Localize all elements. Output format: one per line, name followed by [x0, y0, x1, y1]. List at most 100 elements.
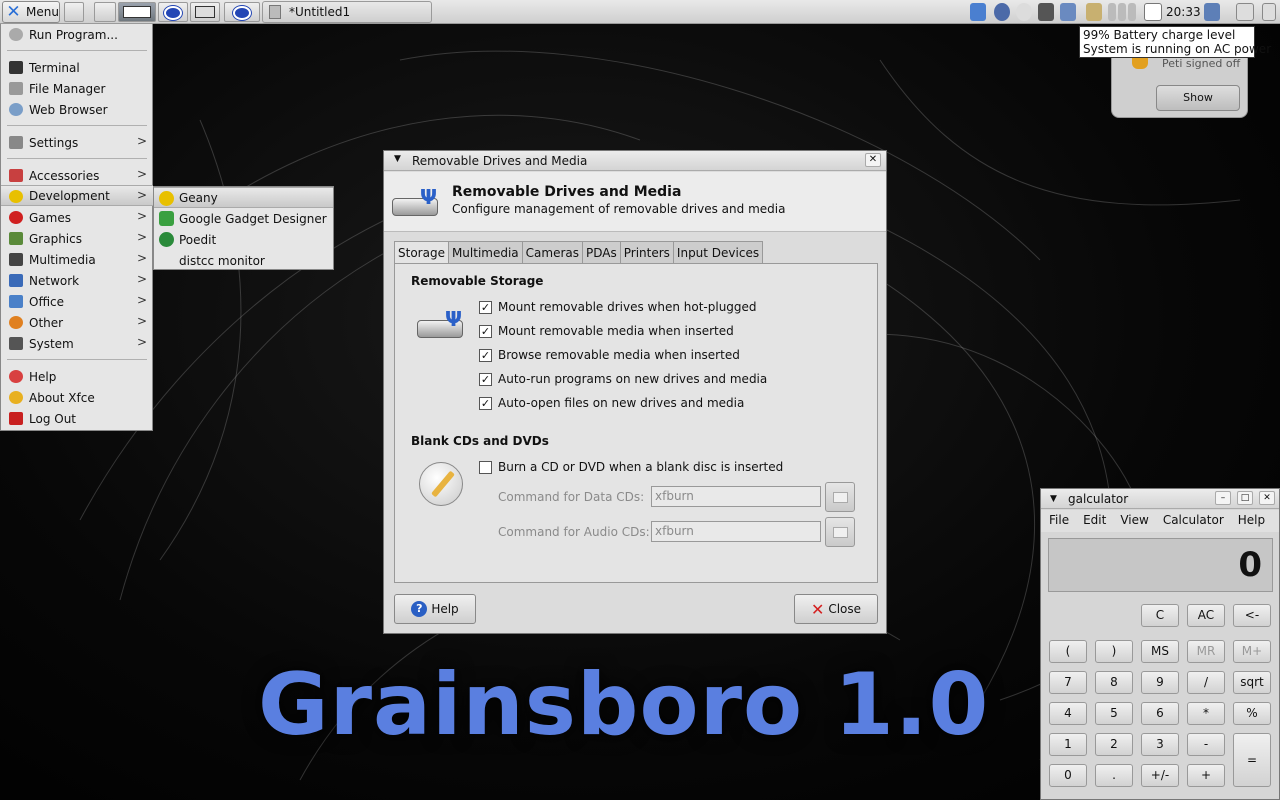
checkbox-box[interactable]: ✓ [479, 372, 492, 386]
audio-cd-browse-button[interactable] [825, 517, 855, 547]
autoopen-checkbox[interactable]: ✓ Auto-open files on new drives and media [479, 396, 744, 410]
key-memory-store[interactable]: MS [1141, 640, 1179, 663]
submenu-item-gadget-designer[interactable]: Google Gadget Designer [154, 208, 333, 229]
tab-multimedia[interactable]: Multimedia [447, 241, 523, 263]
swap-graph-icon[interactable] [1128, 3, 1136, 21]
checkbox-box[interactable]: ✓ [479, 324, 492, 338]
workspace-button-1[interactable] [94, 2, 116, 22]
checkbox-box[interactable]: ✓ [479, 348, 492, 362]
mount-drives-checkbox[interactable]: ✓ Mount removable drives when hot-plugged [479, 300, 757, 314]
key-memory-add[interactable]: M+ [1233, 640, 1271, 663]
clock[interactable]: 20:33 [1166, 5, 1201, 19]
mount-media-checkbox[interactable]: ✓ Mount removable media when inserted [479, 324, 734, 338]
menu-item-terminal[interactable]: Terminal [1, 57, 153, 78]
workspace-button-3[interactable] [158, 2, 188, 22]
key-sqrt[interactable]: sqrt [1233, 671, 1271, 694]
key-2[interactable]: 2 [1095, 733, 1133, 756]
menu-item-logout[interactable]: Log Out [1, 408, 153, 429]
memory-graph-icon[interactable] [1118, 3, 1126, 21]
autorun-checkbox[interactable]: ✓ Auto-run programs on new drives and med… [479, 372, 767, 386]
taskbar-item[interactable]: *Untitled1 [262, 1, 432, 23]
data-cd-command-field[interactable]: xfburn [651, 486, 821, 507]
help-button[interactable]: ? Help [394, 594, 476, 624]
key-backspace[interactable]: <- [1233, 604, 1271, 627]
menu-item-about[interactable]: About Xfce [1, 387, 153, 408]
checkbox-box[interactable]: ✓ [479, 300, 492, 314]
submenu-item-distcc-monitor[interactable]: distcc monitor [154, 250, 333, 271]
key-equals[interactable]: = [1233, 733, 1271, 787]
dialog-titlebar[interactable]: ▼ Removable Drives and Media ✕ [384, 151, 886, 171]
workspace-button-2[interactable] [118, 2, 156, 22]
key-all-clear[interactable]: AC [1187, 604, 1225, 627]
menu-item-games[interactable]: Games > [1, 207, 153, 228]
key-0[interactable]: 0 [1049, 764, 1087, 787]
browse-media-checkbox[interactable]: ✓ Browse removable media when inserted [479, 348, 740, 362]
menu-item-other[interactable]: Other > [1, 312, 153, 333]
checkbox-box[interactable]: ✓ [479, 396, 492, 410]
menu-item-file-manager[interactable]: File Manager [1, 78, 153, 99]
submenu-item-geany[interactable]: Geany [154, 187, 333, 208]
key-percent[interactable]: % [1233, 702, 1271, 725]
key-open-paren[interactable]: ( [1049, 640, 1087, 663]
key-subtract[interactable]: - [1187, 733, 1225, 756]
key-multiply[interactable]: * [1187, 702, 1225, 725]
update-icon[interactable] [994, 3, 1010, 21]
menu-button[interactable]: ✕ Menu [2, 1, 60, 23]
menu-calculator[interactable]: Calculator [1155, 510, 1230, 532]
tab-input-devices[interactable]: Input Devices [672, 241, 764, 263]
lock-screen-icon[interactable] [1236, 3, 1254, 21]
menu-item-network[interactable]: Network > [1, 270, 153, 291]
key-1[interactable]: 1 [1049, 733, 1087, 756]
key-decimal[interactable]: . [1095, 764, 1133, 787]
key-9[interactable]: 9 [1141, 671, 1179, 694]
key-add[interactable]: + [1187, 764, 1225, 787]
menu-item-settings[interactable]: Settings > [1, 132, 153, 153]
workspace-button-4[interactable] [190, 2, 220, 22]
key-6[interactable]: 6 [1141, 702, 1179, 725]
checkbox-box[interactable] [479, 460, 492, 474]
key-7[interactable]: 7 [1049, 671, 1087, 694]
wifi-icon[interactable] [1204, 3, 1220, 21]
maximize-icon[interactable]: □ [1237, 491, 1253, 505]
key-divide[interactable]: / [1187, 671, 1225, 694]
network-icon[interactable] [1038, 3, 1054, 21]
audio-cd-command-field[interactable]: xfburn [651, 521, 821, 542]
workspace-button-5[interactable] [224, 2, 260, 22]
menu-file[interactable]: File [1041, 510, 1075, 532]
menu-item-accessories[interactable]: Accessories > [1, 165, 153, 186]
menu-item-system[interactable]: System > [1, 333, 153, 354]
menu-item-development[interactable]: Development > [1, 185, 153, 206]
data-cd-browse-button[interactable] [825, 482, 855, 512]
audio-icon[interactable] [970, 3, 986, 21]
tab-printers[interactable]: Printers [619, 241, 674, 263]
power-icon[interactable] [1262, 3, 1276, 21]
window-menu-icon[interactable]: ▼ [394, 154, 401, 164]
tray-app-icon[interactable] [1060, 3, 1076, 21]
key-5[interactable]: 5 [1095, 702, 1133, 725]
battery-icon[interactable] [1144, 3, 1162, 21]
menu-edit[interactable]: Edit [1075, 510, 1112, 532]
clipboard-icon[interactable] [1086, 3, 1102, 21]
window-menu-icon[interactable]: ▼ [1050, 489, 1057, 509]
tray-sun-icon[interactable] [1016, 3, 1032, 21]
calculator-titlebar[interactable]: ▼ galculator – □ ✕ [1041, 489, 1279, 509]
key-close-paren[interactable]: ) [1095, 640, 1133, 663]
notification-show-button[interactable]: Show [1156, 85, 1240, 111]
menu-item-graphics[interactable]: Graphics > [1, 228, 153, 249]
key-8[interactable]: 8 [1095, 671, 1133, 694]
tab-pdas[interactable]: PDAs [582, 241, 621, 263]
show-desktop-button[interactable] [64, 2, 84, 22]
cpu-graph-icon[interactable] [1108, 3, 1116, 21]
tab-storage[interactable]: Storage [394, 241, 449, 264]
key-4[interactable]: 4 [1049, 702, 1087, 725]
minimize-icon[interactable]: – [1215, 491, 1231, 505]
key-3[interactable]: 3 [1141, 733, 1179, 756]
submenu-item-poedit[interactable]: Poedit [154, 229, 333, 250]
menu-item-help[interactable]: Help [1, 366, 153, 387]
close-icon[interactable]: ✕ [1259, 491, 1275, 505]
tab-cameras[interactable]: Cameras [521, 241, 584, 263]
key-memory-recall[interactable]: MR [1187, 640, 1225, 663]
menu-item-office[interactable]: Office > [1, 291, 153, 312]
key-negate[interactable]: +/- [1141, 764, 1179, 787]
menu-item-run-program[interactable]: Run Program... [1, 24, 153, 45]
